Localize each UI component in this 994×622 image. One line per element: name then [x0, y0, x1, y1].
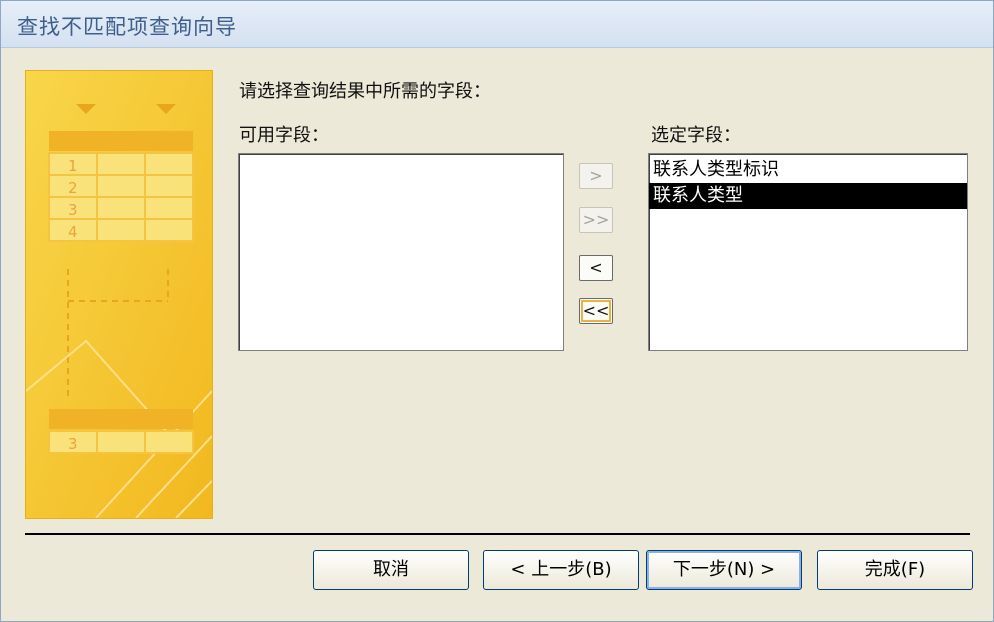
row-number: 2 — [68, 179, 78, 197]
selected-fields-label: 选定字段： — [651, 125, 741, 146]
available-fields-list[interactable] — [238, 153, 564, 351]
row-number: 4 — [68, 223, 78, 241]
prompt-text: 请选择查询结果中所需的字段： — [239, 81, 491, 102]
finish-button[interactable]: 完成(F) — [817, 550, 973, 590]
add-field-button[interactable]: > — [579, 163, 613, 189]
list-item-selected[interactable]: 联系人类型 — [649, 183, 967, 209]
add-all-fields-button[interactable]: >> — [579, 207, 613, 233]
selected-fields-list[interactable]: 联系人类型标识 联系人类型 — [648, 153, 968, 351]
separator — [25, 533, 970, 535]
remove-all-fields-button[interactable]: << — [579, 298, 613, 324]
wizard-illustration: 1 2 3 4 3 — [25, 70, 213, 519]
result-row-number: 3 — [68, 435, 78, 453]
remove-field-button[interactable]: < — [579, 255, 613, 281]
table-diagram-icon — [26, 71, 212, 518]
available-fields-label: 可用字段： — [239, 125, 329, 146]
window-title: 查找不匹配项查询向导 — [17, 15, 237, 39]
title-bar: 查找不匹配项查询向导 — [1, 1, 993, 48]
list-item[interactable]: 联系人类型标识 — [649, 157, 967, 183]
wizard-window: 查找不匹配项查询向导 1 2 3 4 3 请选择查询结果中所需的字段： 可用字段… — [0, 0, 994, 622]
back-button[interactable]: < 上一步(B) — [483, 550, 639, 590]
cancel-button[interactable]: 取消 — [313, 550, 469, 590]
next-button[interactable]: 下一步(N) > — [646, 550, 802, 590]
row-number: 3 — [68, 201, 78, 219]
row-number: 1 — [68, 157, 78, 175]
